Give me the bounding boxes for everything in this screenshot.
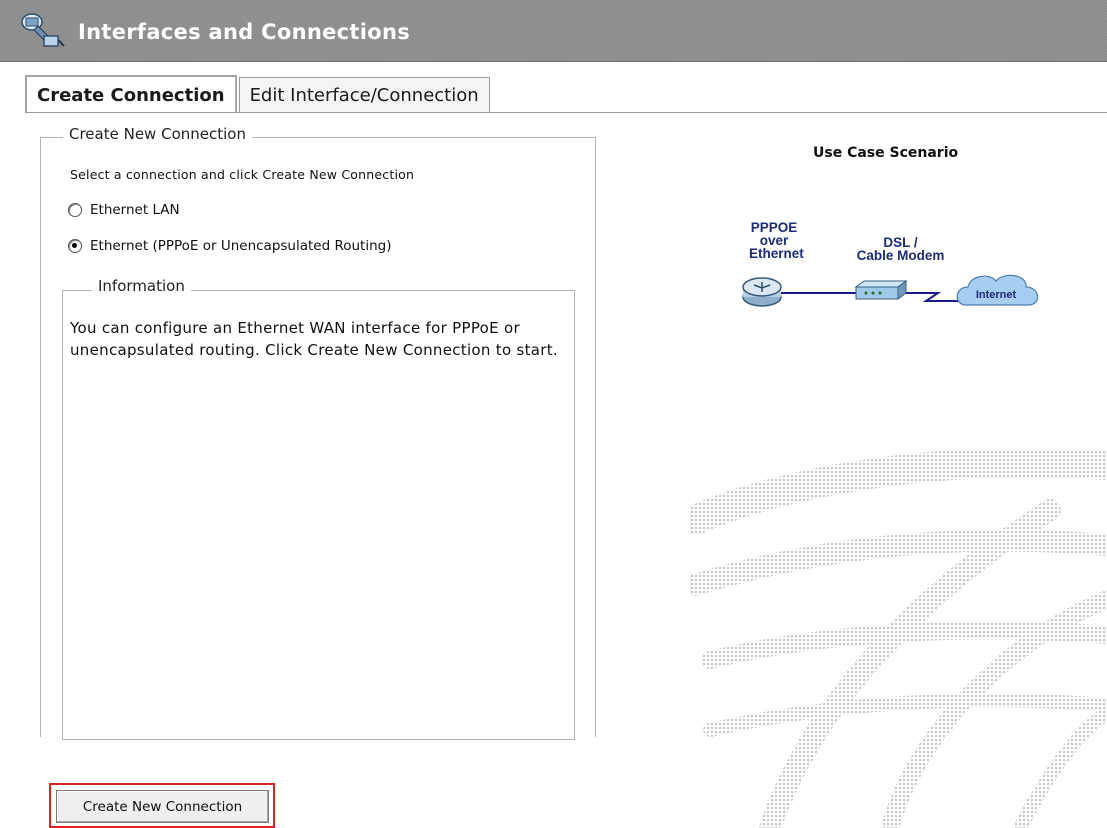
option-ethernet-pppoe[interactable]: Ethernet (PPPoE or Unencapsulated Routin… — [68, 238, 392, 254]
button-highlight: Create New Connection — [49, 783, 275, 828]
option-ethernet-lan[interactable]: Ethernet LAN — [68, 202, 180, 218]
tab-strip: Create Connection Edit Interface/Connect… — [25, 75, 490, 113]
title-bar: Interfaces and Connections — [0, 0, 1107, 62]
instruction-text: Select a connection and click Create New… — [70, 167, 415, 182]
network-plug-icon — [21, 13, 65, 47]
tab-create-connection[interactable]: Create Connection — [25, 75, 237, 113]
page-title: Interfaces and Connections — [78, 20, 411, 44]
ethernet-pppoe-label: Ethernet (PPPoE or Unencapsulated Routin… — [90, 238, 392, 254]
router-icon — [742, 277, 782, 307]
create-connection-legend: Create New Connection — [63, 125, 252, 143]
link-line-2 — [906, 292, 962, 302]
modem-label: DSL / Cable Modem — [848, 236, 953, 263]
ethernet-lan-label: Ethernet LAN — [90, 202, 180, 218]
ethernet-lan-radio[interactable] — [68, 203, 82, 217]
internet-cloud-icon: Internet — [956, 274, 1039, 306]
network-diagram: Internet — [742, 274, 1039, 307]
cloud-label: Internet — [976, 289, 1017, 301]
information-text: You can configure an Ethernet WAN interf… — [70, 319, 559, 359]
router-label: PPPOE over Ethernet — [749, 221, 804, 261]
information-legend: Information — [92, 277, 191, 295]
modem-icon — [854, 280, 908, 300]
tab-divider — [25, 112, 1107, 113]
create-new-connection-button[interactable]: Create New Connection — [56, 790, 269, 823]
modem-label-line-2: Cable Modem — [856, 248, 945, 263]
tab-edit-interface[interactable]: Edit Interface/Connection — [238, 77, 490, 113]
scenario-title: Use Case Scenario — [813, 145, 959, 161]
globe-watermark-icon — [690, 450, 1107, 828]
router-label-line-3: Ethernet — [749, 246, 804, 261]
ethernet-pppoe-radio[interactable] — [68, 239, 82, 253]
